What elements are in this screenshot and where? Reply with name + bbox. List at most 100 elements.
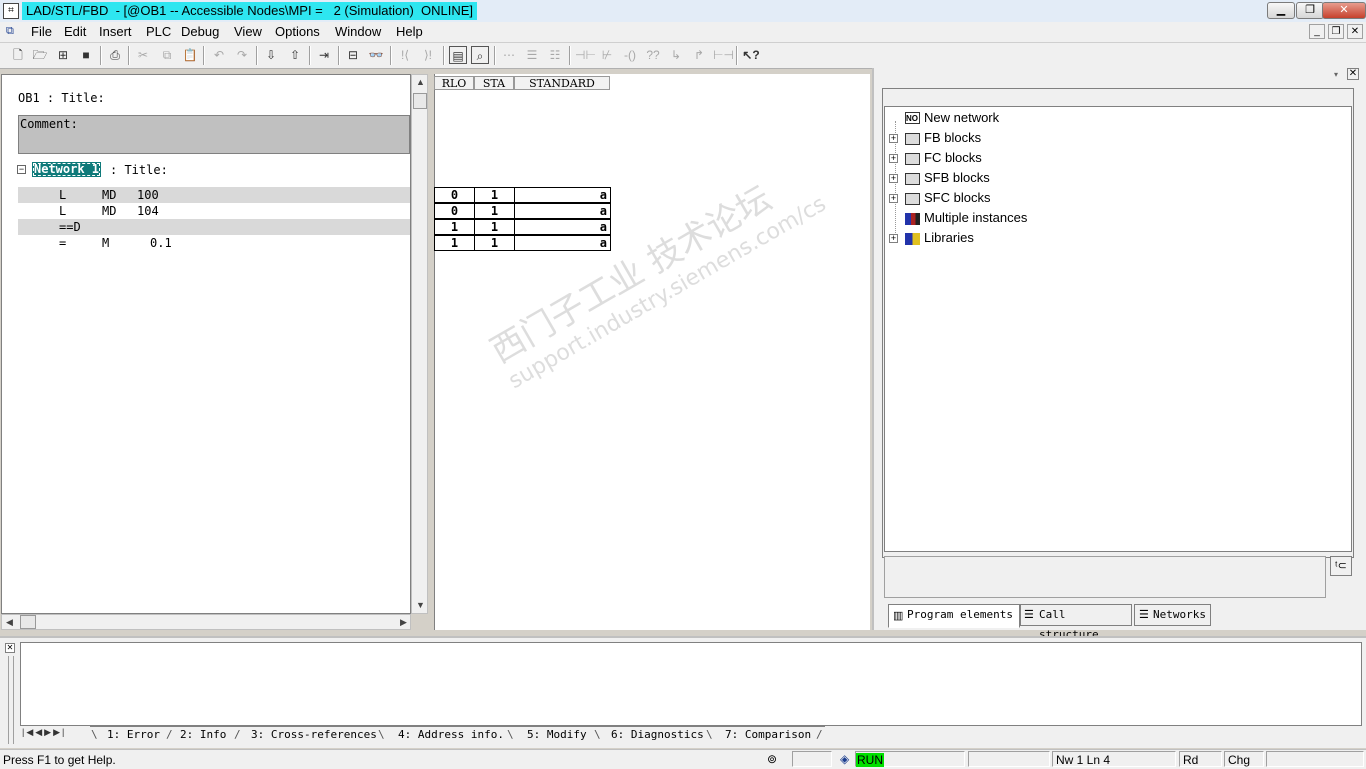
- insert-element-icon[interactable]: ᵗ⊂: [1330, 556, 1352, 576]
- tab-comparison[interactable]: 7: Comparison: [725, 727, 811, 742]
- child-close-button[interactable]: ✕: [1347, 24, 1363, 39]
- expand-icon[interactable]: +: [889, 134, 898, 143]
- breakpoint-icon[interactable]: !⟨: [396, 46, 414, 64]
- panel-close-icon[interactable]: ✕: [1347, 68, 1359, 80]
- overview-icon[interactable]: ⊟: [344, 46, 362, 64]
- sfb-blocks-icon: [905, 173, 920, 185]
- standard-cell: a: [514, 235, 611, 251]
- connection-icon[interactable]: ⊢⊣: [713, 46, 734, 64]
- menu-plc[interactable]: PLC: [144, 24, 173, 40]
- normally-open-icon[interactable]: ⊣⊢: [575, 46, 596, 64]
- menu-options[interactable]: Options: [273, 24, 322, 40]
- editor-horizontal-scrollbar[interactable]: [1, 614, 411, 630]
- new-icon[interactable]: 🗋: [9, 46, 27, 64]
- stl-operand: M: [102, 236, 110, 250]
- panel-dropdown-icon[interactable]: ▾: [1334, 70, 1338, 79]
- tab-info[interactable]: 2: Info: [180, 727, 226, 742]
- stl-op: L: [59, 188, 67, 202]
- rlo-cell: 1: [434, 219, 475, 235]
- menu-help[interactable]: Help: [394, 24, 425, 40]
- menu-file[interactable]: File: [29, 24, 54, 40]
- branch-close-icon[interactable]: ↱: [690, 46, 708, 64]
- tree-item-sfb-blocks[interactable]: SFB blocks: [924, 169, 990, 187]
- tab-error[interactable]: 1: Error: [107, 727, 160, 742]
- scroll-thumb[interactable]: [20, 615, 36, 629]
- download-icon[interactable]: ⇩: [262, 46, 280, 64]
- upload-icon[interactable]: ⇧: [286, 46, 304, 64]
- maximize-button[interactable]: ❐: [1296, 2, 1324, 19]
- go-to-icon[interactable]: ⇥: [315, 46, 333, 64]
- box-icon[interactable]: ??: [644, 46, 662, 64]
- close-button[interactable]: ✕: [1322, 2, 1366, 19]
- branch-icon[interactable]: ☷: [546, 46, 564, 64]
- accessible-nodes-icon[interactable]: ⊞: [54, 46, 72, 64]
- cpu-status-icon: ◈: [840, 752, 850, 766]
- menu-view[interactable]: View: [232, 24, 264, 40]
- open-icon[interactable]: 🗁: [31, 46, 49, 64]
- child-minimize-button[interactable]: _: [1309, 24, 1325, 39]
- help-icon[interactable]: ↖?: [742, 46, 760, 64]
- tab-modify[interactable]: 5: Modify: [527, 727, 587, 742]
- scroll-down-icon[interactable]: ▼: [416, 600, 425, 610]
- zoom-icon[interactable]: ⌕: [471, 46, 489, 64]
- tree-item-fc-blocks[interactable]: FC blocks: [924, 149, 982, 167]
- scroll-up-icon[interactable]: ▲: [416, 77, 425, 87]
- coil-icon[interactable]: -(): [621, 46, 639, 64]
- branch-open-icon[interactable]: ↳: [667, 46, 685, 64]
- menu-edit[interactable]: Edit: [62, 24, 88, 40]
- program-elements-icon[interactable]: ▤: [449, 46, 467, 64]
- tree-item-sfc-blocks[interactable]: SFC blocks: [924, 189, 990, 207]
- print-icon[interactable]: ⎙: [106, 46, 124, 64]
- column-header-standard: STANDARD: [514, 76, 610, 90]
- cut-icon[interactable]: ✂: [134, 46, 152, 64]
- collapse-network-icon[interactable]: −: [17, 165, 26, 174]
- paste-icon[interactable]: 📋: [181, 46, 199, 64]
- output-content[interactable]: [20, 642, 1362, 726]
- normally-closed-icon[interactable]: ⊬: [598, 46, 616, 64]
- child-restore-button[interactable]: ❐: [1328, 24, 1344, 39]
- scroll-left-icon[interactable]: ◀: [6, 617, 13, 628]
- menu-insert[interactable]: Insert: [97, 24, 134, 40]
- breakpoint-next-icon[interactable]: ⟩!: [419, 46, 437, 64]
- rlo-cell: 1: [434, 235, 475, 251]
- tab-diagnostics[interactable]: 6: Diagnostics: [611, 727, 704, 742]
- expand-icon[interactable]: +: [889, 154, 898, 163]
- tab-call-structure[interactable]: Call structure: [1020, 604, 1132, 641]
- tab-address-info[interactable]: 4: Address info.: [398, 727, 504, 742]
- scroll-right-icon[interactable]: ▶: [400, 617, 407, 628]
- app-icon[interactable]: ⌗: [3, 3, 19, 19]
- monitor-icon[interactable]: 👓: [367, 46, 385, 64]
- save-icon[interactable]: ■: [77, 46, 95, 64]
- tab-cross-references[interactable]: 3: Cross-references: [251, 727, 377, 742]
- scroll-thumb[interactable]: [413, 93, 427, 109]
- stl-editor[interactable]: [1, 74, 411, 614]
- menu-window[interactable]: Window: [333, 24, 383, 40]
- redo-icon[interactable]: ↷: [233, 46, 251, 64]
- tree-item-new-network[interactable]: New network: [924, 109, 999, 127]
- toolbar-separator: [736, 46, 738, 65]
- expand-icon[interactable]: +: [889, 174, 898, 183]
- undo-icon[interactable]: ↶: [210, 46, 228, 64]
- tree-item-multiple-instances[interactable]: Multiple instances: [924, 209, 1027, 227]
- connection-icon: ⊚: [767, 752, 778, 766]
- tab-program-elements[interactable]: Program elements: [888, 604, 1020, 628]
- stl-address: 104: [137, 204, 159, 218]
- minimize-button[interactable]: ▁: [1267, 2, 1295, 19]
- new-network-icon: NO: [905, 112, 920, 124]
- menu-debug[interactable]: Debug: [179, 24, 221, 40]
- document-icon[interactable]: ⧉: [6, 25, 20, 37]
- output-grip[interactable]: [8, 656, 14, 744]
- tree-item-libraries[interactable]: Libraries: [924, 229, 974, 247]
- network-label[interactable]: Network 1: [32, 162, 102, 177]
- tab-scroll-buttons[interactable]: |◀◀▶▶|: [22, 727, 66, 738]
- output-close-icon[interactable]: ✕: [5, 643, 15, 653]
- ladder-icon[interactable]: ☰: [523, 46, 541, 64]
- comment-label: Comment:: [20, 117, 78, 131]
- copy-icon[interactable]: ⧉: [158, 46, 176, 64]
- expand-icon[interactable]: +: [889, 234, 898, 243]
- run-indicator: RUN: [856, 753, 884, 767]
- network-icon[interactable]: ⋯: [500, 46, 518, 64]
- tree-item-fb-blocks[interactable]: FB blocks: [924, 129, 981, 147]
- editor-vertical-scrollbar[interactable]: [411, 74, 428, 614]
- expand-icon[interactable]: +: [889, 194, 898, 203]
